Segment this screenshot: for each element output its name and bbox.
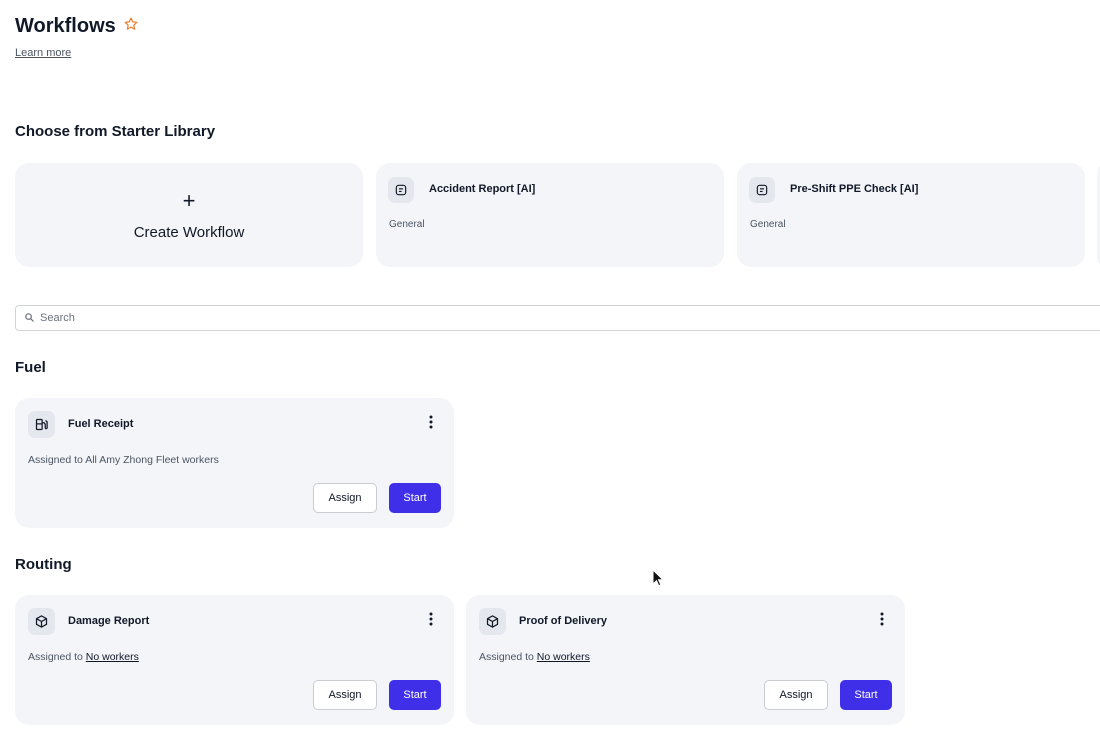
workflow-card-fuel-receipt: Fuel Receipt Assigned to All Amy Zhong F…	[15, 398, 454, 528]
group-title-fuel: Fuel	[15, 359, 46, 376]
workflow-card-damage-report: Damage Report Assigned to No workers Ass…	[15, 595, 454, 725]
starter-library-title: Choose from Starter Library	[15, 123, 216, 140]
assigned-workers-link[interactable]: No workers	[86, 651, 139, 663]
mouse-cursor-icon	[652, 569, 664, 587]
fuel-pump-icon	[28, 411, 55, 438]
assigned-text: Assigned to No workers	[28, 651, 139, 663]
template-title: Accident Report [AI]	[429, 183, 536, 195]
start-button[interactable]: Start	[840, 680, 892, 710]
assigned-prefix: Assigned to	[479, 651, 537, 663]
workflow-card-proof-of-delivery: Proof of Delivery Assigned to No workers…	[466, 595, 905, 725]
package-icon	[479, 608, 506, 635]
form-icon	[388, 177, 414, 203]
create-workflow-label: Create Workflow	[133, 223, 245, 241]
plus-icon: +	[182, 187, 196, 213]
create-workflow-card[interactable]: + Create Workflow	[15, 163, 363, 267]
assign-button[interactable]: Assign	[764, 680, 828, 710]
more-options-icon[interactable]	[875, 611, 889, 627]
more-options-icon[interactable]	[424, 611, 438, 627]
template-title: Pre-Shift PPE Check [AI]	[790, 183, 919, 195]
start-button[interactable]: Start	[389, 483, 441, 513]
learn-more-link[interactable]: Learn more	[15, 47, 71, 59]
assign-button[interactable]: Assign	[313, 680, 377, 710]
workflow-title: Damage Report	[68, 615, 150, 627]
assigned-text: Assigned to All Amy Zhong Fleet workers	[28, 454, 219, 466]
assign-button[interactable]: Assign	[313, 483, 377, 513]
assigned-workers-link[interactable]: No workers	[537, 651, 590, 663]
group-title-routing: Routing	[15, 556, 72, 573]
search-icon	[25, 313, 34, 322]
workflow-title: Fuel Receipt	[68, 418, 134, 430]
assigned-text: Assigned to No workers	[479, 651, 590, 663]
template-card-accident-report[interactable]: Accident Report [AI] General	[376, 163, 724, 267]
search-input[interactable]	[40, 308, 640, 327]
template-category: General	[389, 219, 425, 230]
assigned-prefix: Assigned to	[28, 651, 86, 663]
more-options-icon[interactable]	[424, 414, 438, 430]
start-button[interactable]: Start	[389, 680, 441, 710]
assigned-prefix: Assigned to	[28, 454, 86, 466]
template-card-pre-shift-ppe-check[interactable]: Pre-Shift PPE Check [AI] General	[737, 163, 1085, 267]
workflow-title: Proof of Delivery	[519, 615, 608, 627]
template-category: General	[750, 219, 786, 230]
search-box[interactable]	[15, 305, 1100, 331]
package-icon	[28, 608, 55, 635]
assigned-target: All Amy Zhong Fleet workers	[85, 454, 219, 466]
form-icon	[749, 177, 775, 203]
page-title: Workflows	[15, 15, 116, 37]
star-icon[interactable]	[123, 16, 139, 32]
